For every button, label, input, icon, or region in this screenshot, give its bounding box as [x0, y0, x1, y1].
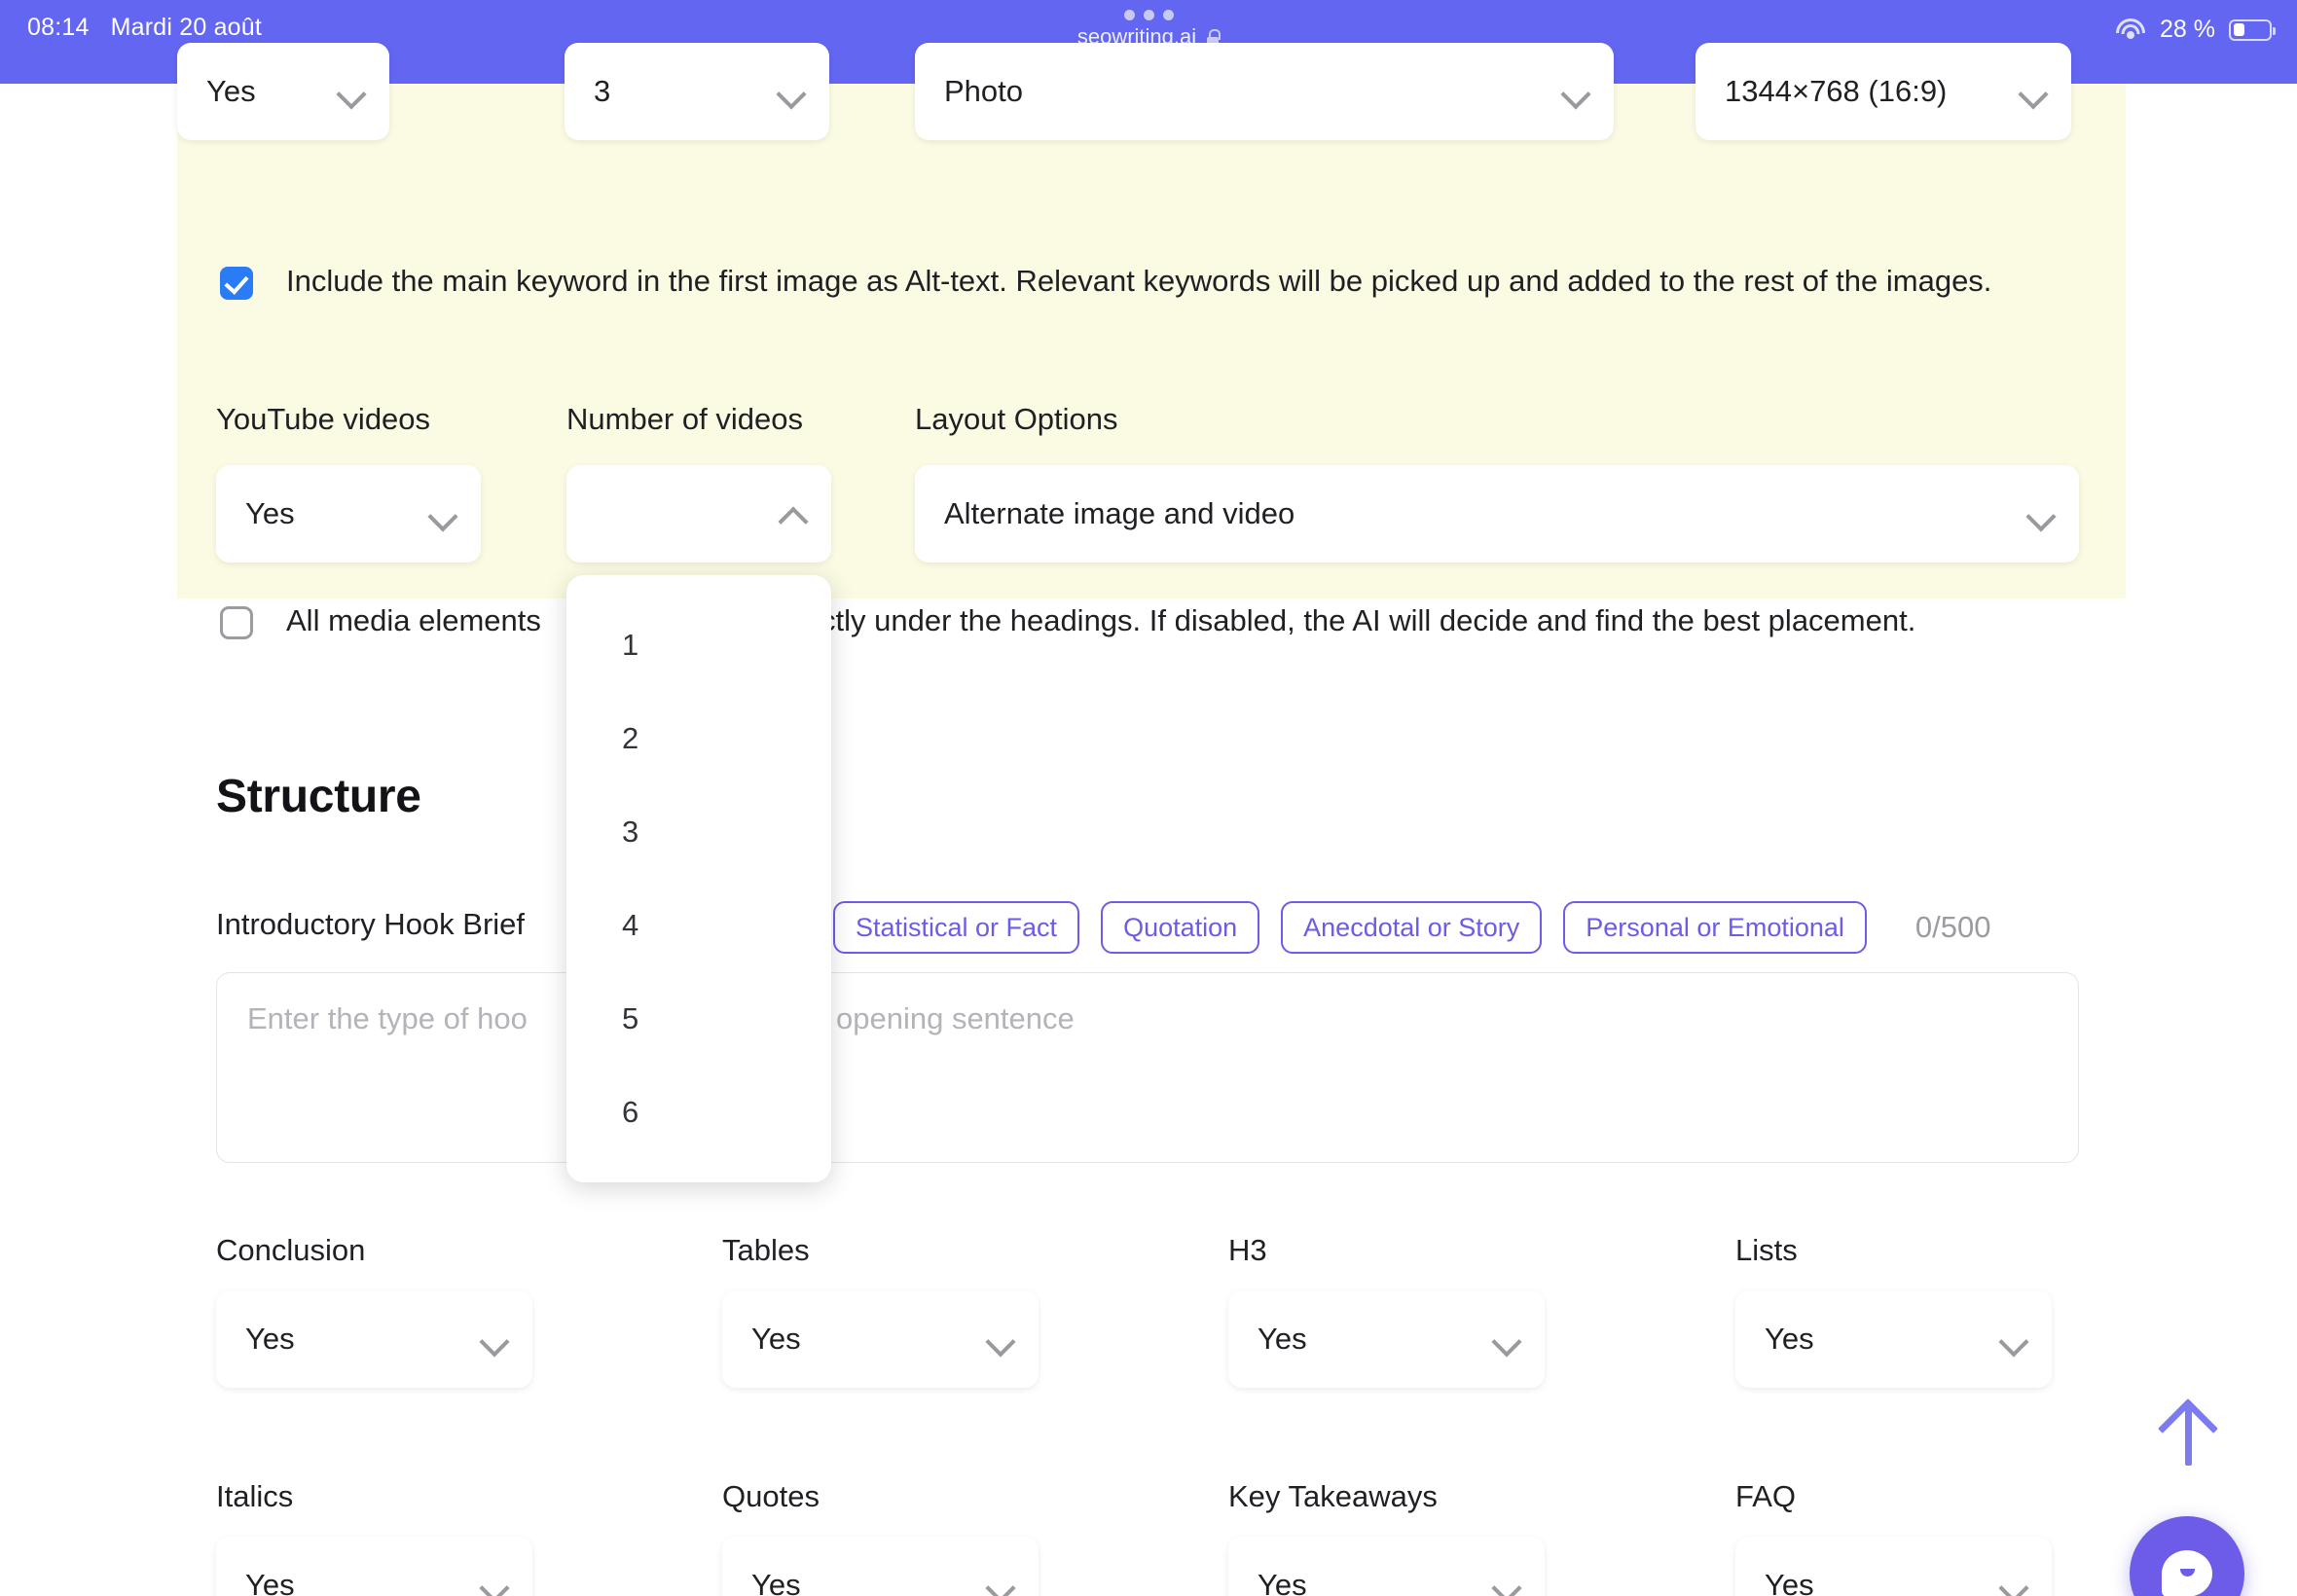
conclusion-value: Yes [245, 1322, 295, 1356]
number-of-videos-label: Number of videos [566, 402, 803, 436]
number-of-videos-select[interactable] [566, 465, 831, 562]
italics-label: Italics [216, 1479, 294, 1513]
tables-value: Yes [751, 1322, 801, 1356]
chevron-down-icon [482, 1327, 505, 1351]
youtube-videos-select[interactable]: Yes [216, 465, 481, 562]
media-placement-label-before: All media elements [286, 603, 541, 637]
alt-text-checkbox-label: Include the main keyword in the first im… [286, 264, 1992, 298]
faq-select[interactable]: Yes [1735, 1537, 2052, 1596]
page-content: Yes 3 Photo 1344×768 (16:9) Include the … [0, 43, 2297, 1596]
chevron-up-icon [781, 502, 804, 526]
chevron-down-icon [2001, 1327, 2024, 1351]
chevron-down-icon [2001, 1574, 2024, 1596]
hook-tag-list: Statistical or Fact Quotation Anecdotal … [833, 901, 1991, 954]
youtube-videos-label: YouTube videos [216, 402, 431, 436]
chevron-down-icon [2021, 80, 2044, 103]
layout-options-select[interactable]: Alternate image and video [915, 465, 2079, 562]
chevron-down-icon [779, 80, 802, 103]
hook-brief-textarea[interactable]: Enter the type of hoo opening sentence [216, 972, 2079, 1163]
chat-bubble-icon [2162, 1550, 2212, 1596]
chevron-down-icon [1494, 1574, 1517, 1596]
dropdown-option[interactable]: 4 [566, 879, 831, 972]
layout-options-label: Layout Options [915, 402, 1118, 436]
faq-label: FAQ [1735, 1479, 1797, 1513]
chevron-down-icon [430, 502, 454, 526]
number-of-images-value: 3 [594, 74, 611, 108]
layout-options-value: Alternate image and video [944, 496, 1295, 530]
key-takeaways-label: Key Takeaways [1228, 1479, 1438, 1513]
wifi-icon [2115, 18, 2146, 42]
youtube-videos-value: Yes [245, 496, 295, 530]
dropdown-option[interactable]: 6 [566, 1066, 831, 1159]
ai-images-select[interactable]: Yes [177, 43, 389, 140]
hook-brief-label: Introductory Hook Brief [216, 907, 526, 941]
h3-select[interactable]: Yes [1228, 1290, 1545, 1388]
media-placement-checkbox[interactable] [220, 606, 253, 639]
chat-button[interactable] [2130, 1516, 2244, 1596]
hook-tag-personal[interactable]: Personal or Emotional [1563, 901, 1867, 954]
quotes-select[interactable]: Yes [722, 1537, 1039, 1596]
chevron-down-icon [482, 1574, 505, 1596]
screen: 08:14 Mardi 20 août seowriting.ai 28 % Y… [0, 0, 2297, 1596]
chevron-down-icon [988, 1327, 1011, 1351]
image-size-value: 1344×768 (16:9) [1725, 74, 1948, 108]
conclusion-select[interactable]: Yes [216, 1290, 532, 1388]
hook-placeholder-left: Enter the type of hoo [247, 1001, 528, 1035]
h3-label: H3 [1228, 1233, 1267, 1267]
tab-dots-icon[interactable] [1123, 10, 1174, 20]
italics-select[interactable]: Yes [216, 1537, 532, 1596]
image-style-value: Photo [944, 74, 1024, 108]
dropdown-option[interactable]: 2 [566, 692, 831, 785]
scroll-to-top-arrow-icon[interactable] [2151, 1397, 2225, 1471]
media-placement-label-after: ctly under the headings. If disabled, th… [820, 603, 1916, 637]
hook-tag-quotation[interactable]: Quotation [1101, 901, 1260, 954]
chevron-down-icon [1563, 80, 1586, 103]
number-of-images-select[interactable]: 3 [565, 43, 829, 140]
image-size-select[interactable]: 1344×768 (16:9) [1695, 43, 2071, 140]
hook-tag-statistical[interactable]: Statistical or Fact [833, 901, 1080, 954]
dropdown-option[interactable]: 5 [566, 972, 831, 1066]
chevron-down-icon [988, 1574, 1011, 1596]
chevron-down-icon [2028, 502, 2052, 526]
lists-select[interactable]: Yes [1735, 1290, 2052, 1388]
key-takeaways-value: Yes [1258, 1568, 1307, 1596]
quotes-label: Quotes [722, 1479, 820, 1513]
tables-label: Tables [722, 1233, 810, 1267]
image-style-select[interactable]: Photo [915, 43, 1614, 140]
ai-images-value: Yes [206, 74, 256, 108]
italics-value: Yes [245, 1568, 295, 1596]
chevron-down-icon [1494, 1327, 1517, 1351]
tables-select[interactable]: Yes [722, 1290, 1039, 1388]
dropdown-option[interactable]: 3 [566, 785, 831, 879]
chevron-down-icon [339, 80, 362, 103]
lists-label: Lists [1735, 1233, 1798, 1267]
alt-text-checkbox-row[interactable]: Include the main keyword in the first im… [220, 260, 2025, 303]
faq-value: Yes [1765, 1568, 1814, 1596]
quotes-value: Yes [751, 1568, 801, 1596]
key-takeaways-select[interactable]: Yes [1228, 1537, 1545, 1596]
status-right: 28 % [2115, 16, 2276, 44]
battery-icon [2229, 18, 2276, 41]
conclusion-label: Conclusion [216, 1233, 366, 1267]
alt-text-checkbox[interactable] [220, 267, 253, 300]
number-of-videos-dropdown[interactable]: 1 2 3 4 5 6 [566, 575, 831, 1182]
hook-char-counter: 0/500 [1914, 910, 1991, 944]
page-title: Structure [216, 771, 421, 822]
hook-tag-anecdotal[interactable]: Anecdotal or Story [1281, 901, 1543, 954]
lists-value: Yes [1765, 1322, 1814, 1356]
hook-placeholder-right: opening sentence [836, 1001, 1075, 1035]
battery-percent-text: 28 % [2160, 16, 2215, 43]
h3-value: Yes [1258, 1322, 1307, 1356]
dropdown-option[interactable]: 1 [566, 598, 831, 692]
